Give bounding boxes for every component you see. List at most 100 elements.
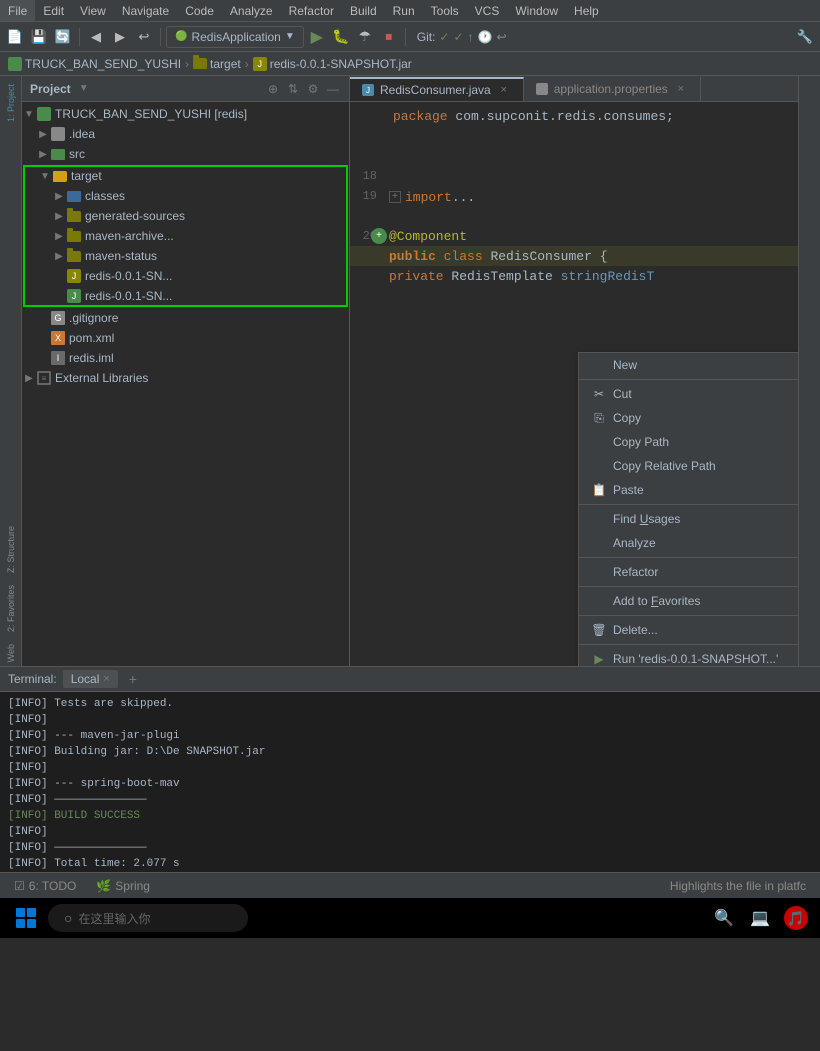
tree-arrow-target: ▼	[38, 171, 52, 182]
menu-vcs[interactable]: VCS	[467, 0, 508, 21]
save-btn[interactable]: 💾	[28, 26, 50, 48]
panel-sync-icon[interactable]: ⇅	[285, 81, 301, 97]
tree-item-gitignore[interactable]: G .gitignore	[22, 308, 349, 328]
terminal-tab-close[interactable]: ×	[103, 673, 109, 685]
start-button[interactable]	[8, 900, 44, 936]
taskbar-icon-app1[interactable]: 💻	[744, 900, 776, 936]
classes-icon	[66, 188, 82, 204]
tree-item-root[interactable]: ▼ TRUCK_BAN_SEND_YUSHI [redis]	[22, 104, 349, 124]
menu-help[interactable]: Help	[566, 0, 607, 21]
ctx-copy-rel-path[interactable]: Copy Relative Path Ctrl+Alt+Shift+C	[579, 454, 798, 478]
fold-import[interactable]: +	[389, 191, 401, 203]
bottom-tab-todo[interactable]: ☑ 6: TODO	[4, 877, 86, 895]
tab-redis-consumer[interactable]: J RedisConsumer.java ×	[350, 77, 524, 101]
revert-btn[interactable]: ↩	[133, 26, 155, 48]
settings-btn[interactable]: 🔧	[794, 26, 816, 48]
tree-item-classes[interactable]: ▶ classes	[24, 186, 347, 206]
ctx-analyze[interactable]: Analyze ▶	[579, 531, 798, 555]
panel-dropdown-arrow[interactable]: ▼	[79, 83, 89, 94]
ctx-paste[interactable]: 📋 Paste Ctrl+V	[579, 478, 798, 502]
tree-item-generated[interactable]: ▶ generated-sources	[24, 206, 347, 226]
run-btn[interactable]: ▶	[306, 26, 328, 48]
taskbar-icon-search[interactable]: 🔍	[708, 900, 740, 936]
paste-icon: 📋	[591, 483, 607, 497]
svg-text:≡: ≡	[42, 374, 47, 383]
todo-icon: ☑	[14, 879, 25, 893]
menu-edit[interactable]: Edit	[35, 0, 72, 21]
maven-arch-icon	[66, 228, 82, 244]
terminal-content[interactable]: [INFO] Tests are skipped. [INFO] [INFO] …	[0, 692, 820, 872]
tree-item-iml[interactable]: I redis.iml	[22, 348, 349, 368]
breadcrumb-file[interactable]: J redis-0.0.1-SNAPSHOT.jar	[253, 57, 412, 71]
menu-view[interactable]: View	[72, 0, 114, 21]
pom-icon: X	[50, 330, 66, 346]
code-line-blank3	[350, 206, 798, 226]
menu-analyze[interactable]: Analyze	[222, 0, 281, 21]
ctx-new[interactable]: New ▶	[579, 353, 798, 377]
tree-item-jar1[interactable]: J redis-0.0.1-SN...	[24, 266, 347, 286]
breadcrumb-folder[interactable]: target	[193, 57, 241, 71]
menu-window[interactable]: Window	[507, 0, 566, 21]
side-icon-1[interactable]: 1: Project	[2, 80, 20, 126]
jar1-icon: J	[66, 268, 82, 284]
side-icon-web[interactable]: Web	[2, 640, 20, 666]
panel-settings-icon[interactable]: ⚙	[305, 81, 321, 97]
taskbar-system-icons: 🔍 💻 🎵	[708, 900, 812, 936]
search-icon: ○	[64, 910, 72, 926]
refresh-btn[interactable]: 🔄	[52, 26, 74, 48]
side-icon-structure[interactable]: Z: Structure	[2, 522, 20, 577]
side-icon-favorites[interactable]: 2: Favorites	[2, 581, 20, 636]
back-btn[interactable]: ◀	[85, 26, 107, 48]
taskbar-icon-app2[interactable]: 🎵	[780, 900, 812, 936]
stop-btn[interactable]: ⏹	[378, 26, 400, 48]
tree-item-maven-arch[interactable]: ▶ maven-archive...	[24, 226, 347, 246]
editor-area[interactable]: package com.supconit.redis.consumes; 18 …	[350, 102, 798, 666]
tab-app-properties[interactable]: application.properties ×	[524, 77, 701, 101]
panel-minimize-icon[interactable]: —	[325, 81, 341, 97]
taskbar-search[interactable]: ○ 在这里输入你	[48, 904, 248, 932]
terminal-tab-local[interactable]: Local ×	[63, 670, 118, 688]
cut-icon: ✂	[591, 387, 607, 401]
ctx-run[interactable]: ▶ Run 'redis-0.0.1-SNAPSHOT...' Ctrl+Shi…	[579, 647, 798, 666]
ctx-refactor[interactable]: Refactor ▶	[579, 560, 798, 584]
menu-code[interactable]: Code	[177, 0, 222, 21]
new-file-btn[interactable]: 📄	[4, 26, 26, 48]
menu-file[interactable]: File	[0, 0, 35, 21]
tree-item-src[interactable]: ▶ src	[22, 144, 349, 164]
forward-btn[interactable]: ▶	[109, 26, 131, 48]
ctx-find-usages[interactable]: Find Usages Alt+F7	[579, 507, 798, 531]
tree-item-pom[interactable]: X pom.xml	[22, 328, 349, 348]
jar2-icon: J	[66, 288, 82, 304]
menu-navigate[interactable]: Navigate	[114, 0, 177, 21]
ctx-copy[interactable]: ⎘ Copy Ctrl+C	[579, 406, 798, 430]
ctx-add-favorites[interactable]: Add to Favorites ▶	[579, 589, 798, 613]
props-tab-icon	[536, 83, 548, 95]
breadcrumb-project[interactable]: TRUCK_BAN_SEND_YUSHI	[8, 57, 181, 71]
ctx-delete[interactable]: 🗑 Delete... Delete	[579, 618, 798, 642]
spring-icon: 🌿	[96, 879, 111, 893]
tree-item-idea[interactable]: ▶ .idea	[22, 124, 349, 144]
tree-item-jar2[interactable]: J redis-0.0.1-SN...	[24, 286, 347, 306]
menu-run[interactable]: Run	[385, 0, 423, 21]
panel-add-icon[interactable]: ⊕	[265, 81, 281, 97]
terminal-add-btn[interactable]: +	[124, 670, 142, 688]
tab-label-redis-consumer: RedisConsumer.java	[380, 83, 491, 97]
src-icon	[50, 146, 66, 162]
bottom-tab-spring[interactable]: 🌿 Spring	[86, 877, 160, 895]
run-config-selector[interactable]: 🟢 RedisApplication ▼	[166, 26, 304, 48]
file-tree: ▼ TRUCK_BAN_SEND_YUSHI [redis] ▶ .idea ▶…	[22, 102, 349, 666]
tree-item-maven-status[interactable]: ▶ maven-status	[24, 246, 347, 266]
tab-close-redis[interactable]: ×	[497, 83, 511, 97]
tree-item-target[interactable]: ▼ target	[24, 166, 347, 186]
menu-tools[interactable]: Tools	[423, 0, 467, 21]
tree-label-root: TRUCK_BAN_SEND_YUSHI [redis]	[55, 107, 247, 121]
ctx-copy-path[interactable]: Copy Path Ctrl+Shift+C	[579, 430, 798, 454]
debug-btn[interactable]: 🐛	[330, 26, 352, 48]
tree-item-extlib[interactable]: ▶ ≡ External Libraries	[22, 368, 349, 388]
coverage-btn[interactable]: ☂	[354, 26, 376, 48]
menu-refactor[interactable]: Refactor	[281, 0, 342, 21]
run-ctx-icon: ▶	[591, 652, 607, 666]
tab-close-props[interactable]: ×	[674, 82, 688, 96]
ctx-cut[interactable]: ✂ Cut Ctrl+X	[579, 382, 798, 406]
menu-build[interactable]: Build	[342, 0, 385, 21]
